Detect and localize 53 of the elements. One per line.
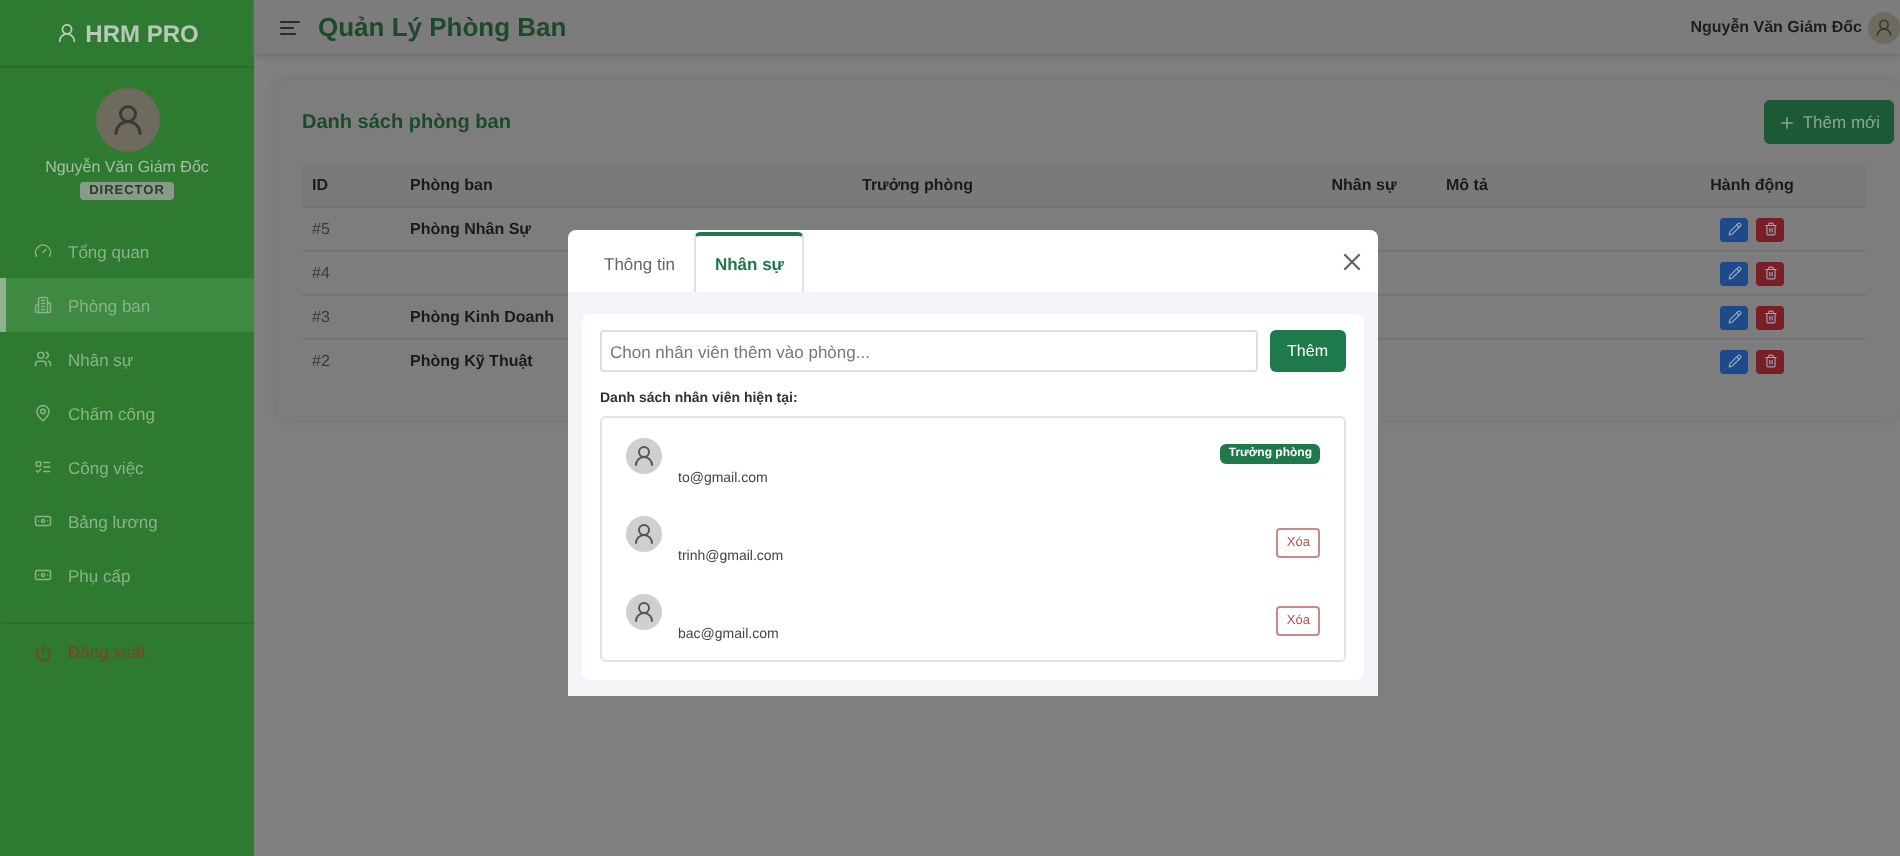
edit-button[interactable] xyxy=(1720,261,1748,285)
sidebar-item[interactable]: Nhân sự xyxy=(0,332,254,386)
edit-icon xyxy=(1727,310,1741,324)
menu-icon[interactable] xyxy=(278,15,302,39)
avatar-icon xyxy=(626,438,662,474)
power-icon xyxy=(34,643,52,661)
sidebar-item[interactable]: Phòng ban xyxy=(0,278,254,332)
table-cell: #2 xyxy=(302,338,400,382)
edit-icon xyxy=(1727,354,1741,368)
banknote-icon xyxy=(34,512,52,530)
logout-item[interactable]: Đăng xuất xyxy=(0,622,254,680)
users-icon xyxy=(34,350,52,368)
page-title: Quản Lý Phòng Ban xyxy=(318,12,567,42)
delete-button[interactable] xyxy=(1756,217,1784,241)
avatar-icon xyxy=(626,516,662,552)
trash-icon xyxy=(1763,310,1777,324)
trash-icon xyxy=(1763,354,1777,368)
banknote-icon xyxy=(34,566,52,584)
table-cell: #5 xyxy=(302,206,400,250)
avatar-icon xyxy=(95,88,159,152)
plus-icon xyxy=(1778,113,1797,131)
employee-field[interactable]: Chon nhân viên thêm vào phòng... xyxy=(600,330,1258,372)
table-cell: #3 xyxy=(302,294,400,338)
sidebar-item[interactable]: Công việc xyxy=(0,440,254,494)
brand-name: HRM PRO xyxy=(85,19,199,47)
card-title: Danh sách phòng ban xyxy=(302,111,511,133)
tab[interactable]: Nhân sự xyxy=(694,232,804,292)
avatar-icon xyxy=(626,594,662,630)
pin-icon xyxy=(34,404,52,422)
user-name: Nguyễn Văn Giám Đốc xyxy=(45,158,209,176)
trash-icon xyxy=(1763,266,1777,280)
table-cell: #4 xyxy=(302,250,400,294)
gauge-icon xyxy=(34,242,52,260)
user-icon xyxy=(55,22,78,44)
edit-icon xyxy=(1727,266,1741,280)
add-button[interactable]: Thêm mới xyxy=(1764,100,1894,144)
sidebar-item[interactable]: Phụ cấp xyxy=(0,548,254,602)
building-icon xyxy=(34,296,52,314)
edit-button[interactable] xyxy=(1720,305,1748,329)
delete-button[interactable] xyxy=(1756,349,1784,373)
sidebar-item[interactable]: Tổng quan xyxy=(0,224,254,278)
sidebar-item[interactable]: Bảng lương xyxy=(0,494,254,548)
edit-icon xyxy=(1727,222,1741,236)
edit-button[interactable] xyxy=(1720,217,1748,241)
user-name: Nguyễn Văn Giám Đốc xyxy=(1690,18,1862,36)
edit-button[interactable] xyxy=(1720,349,1748,373)
trash-icon xyxy=(1763,222,1777,236)
delete-button[interactable] xyxy=(1756,305,1784,329)
delete-button[interactable] xyxy=(1756,261,1784,285)
add-button[interactable]: Thêm xyxy=(1269,330,1346,372)
sidebar-item[interactable]: Chấm công xyxy=(0,386,254,440)
avatar-icon xyxy=(1868,11,1900,43)
checklist-icon xyxy=(34,458,52,476)
